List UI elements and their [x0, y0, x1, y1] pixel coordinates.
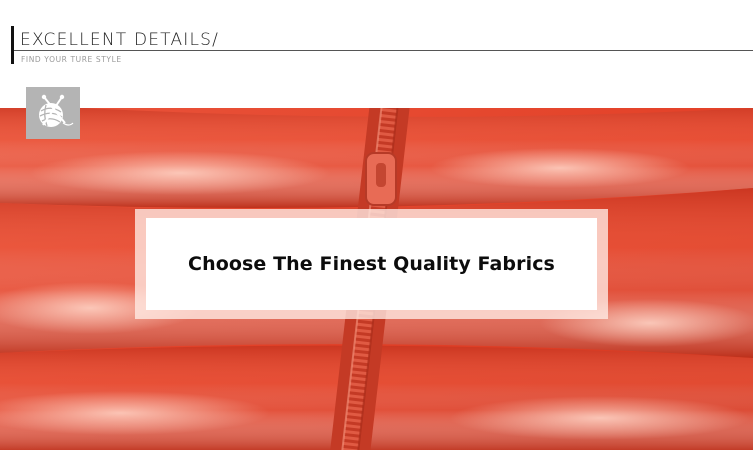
header: EXCELLENT DETAILS/ FIND YOUR TURE STYLE — [0, 0, 753, 108]
section-subtitle: FIND YOUR TURE STYLE — [21, 55, 122, 64]
divider-line — [14, 50, 753, 51]
accent-bar — [11, 26, 14, 64]
banner: Choose The Finest Quality Fabrics — [146, 218, 597, 310]
section-title: EXCELLENT DETAILS/ — [20, 30, 220, 50]
zipper-pull — [365, 152, 397, 206]
yarn-badge — [26, 87, 80, 139]
yarn-ball-icon — [39, 94, 74, 127]
banner-text: Choose The Finest Quality Fabrics — [188, 253, 555, 275]
banner-frame: Choose The Finest Quality Fabrics — [135, 209, 608, 319]
